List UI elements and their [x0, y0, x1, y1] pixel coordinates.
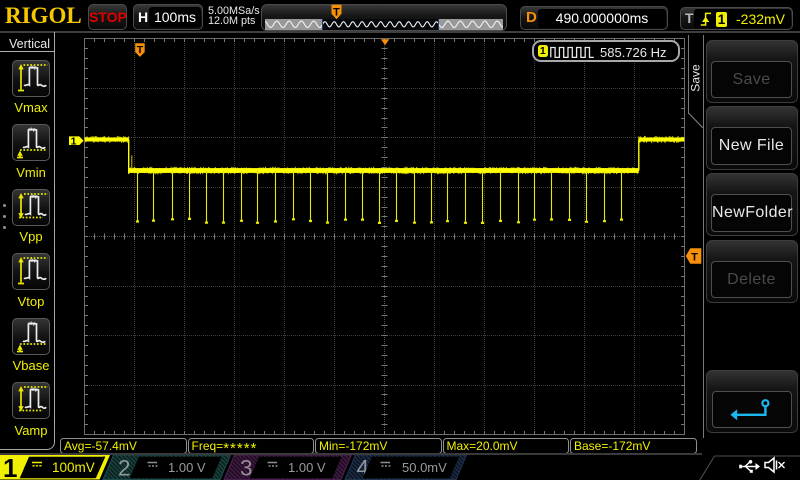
- svg-text:T: T: [137, 44, 144, 56]
- svg-text:1.00 V: 1.00 V: [168, 460, 206, 475]
- svg-text:50.0mV: 50.0mV: [402, 460, 447, 475]
- svg-text:T: T: [691, 251, 698, 263]
- svg-text:2: 2: [118, 455, 131, 480]
- svg-text:1: 1: [71, 136, 77, 148]
- svg-text:100mV: 100mV: [52, 460, 95, 475]
- svg-text:1.00 V: 1.00 V: [288, 460, 326, 475]
- svg-text:1: 1: [3, 455, 17, 480]
